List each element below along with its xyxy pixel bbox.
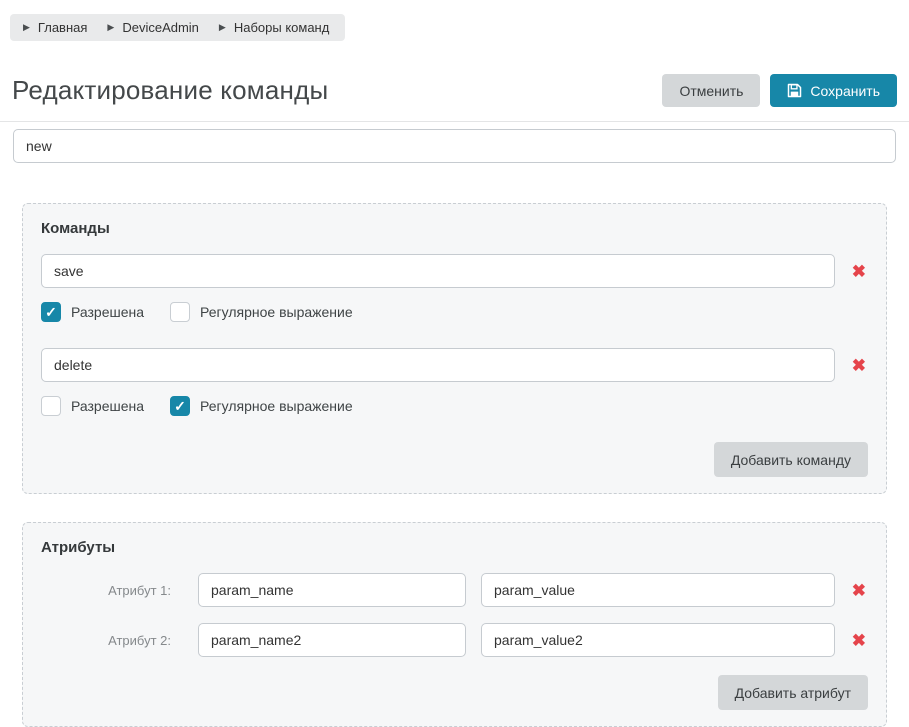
header-divider [0, 121, 909, 122]
regex-checkbox-group[interactable]: Регулярное выражение [170, 396, 353, 416]
attribute-name-input[interactable] [198, 623, 466, 657]
add-attribute-button[interactable]: Добавить атрибут [718, 675, 868, 710]
command-row: ✖ [41, 254, 868, 288]
page-header: Редактирование команды Отменить Сохранит… [12, 74, 897, 107]
command-options-row: Разрешена Регулярное выражение [41, 396, 868, 416]
allowed-checkbox-label: Разрешена [71, 398, 144, 414]
allowed-checkbox-label: Разрешена [71, 304, 144, 320]
regex-checkbox-label: Регулярное выражение [200, 398, 353, 414]
attribute-label: Атрибут 1: [41, 583, 171, 598]
command-input[interactable] [41, 348, 835, 382]
attributes-panel: Атрибуты Атрибут 1: ✖ Атрибут 2: ✖ Добав… [22, 522, 887, 727]
save-button-label: Сохранить [810, 83, 880, 99]
command-input[interactable] [41, 254, 835, 288]
delete-cross-icon: ✖ [852, 262, 866, 281]
attribute-name-input[interactable] [198, 573, 466, 607]
commands-panel-title: Команды [41, 220, 868, 237]
breadcrumb-item-command-sets[interactable]: ▶ Наборы команд [219, 20, 329, 35]
edit-command-page: ▶ Главная ▶ DeviceAdmin ▶ Наборы команд … [0, 0, 909, 727]
delete-command-button[interactable]: ✖ [850, 261, 868, 282]
breadcrumb: ▶ Главная ▶ DeviceAdmin ▶ Наборы команд [10, 14, 345, 41]
delete-attribute-button[interactable]: ✖ [850, 580, 868, 601]
allowed-checkbox-group[interactable]: Разрешена [41, 396, 144, 416]
attribute-value-input[interactable] [481, 573, 835, 607]
allowed-checkbox[interactable] [41, 302, 61, 322]
allowed-checkbox-group[interactable]: Разрешена [41, 302, 144, 322]
regex-checkbox-group[interactable]: Регулярное выражение [170, 302, 353, 322]
attributes-add-row: Добавить атрибут [41, 675, 868, 710]
floppy-disk-icon [787, 83, 802, 98]
breadcrumb-arrow-icon: ▶ [219, 23, 226, 32]
attribute-value-input[interactable] [481, 623, 835, 657]
breadcrumb-arrow-icon: ▶ [107, 23, 114, 32]
attributes-panel-title: Атрибуты [41, 539, 868, 556]
command-row: ✖ [41, 348, 868, 382]
breadcrumb-label: Наборы команд [234, 20, 329, 35]
allowed-checkbox[interactable] [41, 396, 61, 416]
delete-cross-icon: ✖ [852, 356, 866, 375]
attribute-row: Атрибут 2: ✖ [41, 623, 868, 657]
breadcrumb-item-home[interactable]: ▶ Главная [23, 20, 87, 35]
attribute-label: Атрибут 2: [41, 633, 171, 648]
breadcrumb-label: Главная [38, 20, 87, 35]
breadcrumb-arrow-icon: ▶ [23, 23, 30, 32]
add-command-button[interactable]: Добавить команду [714, 442, 868, 477]
delete-command-button[interactable]: ✖ [850, 355, 868, 376]
cancel-button[interactable]: Отменить [662, 74, 760, 107]
delete-attribute-button[interactable]: ✖ [850, 630, 868, 651]
breadcrumb-label: DeviceAdmin [122, 20, 199, 35]
breadcrumb-item-deviceadmin[interactable]: ▶ DeviceAdmin [107, 20, 199, 35]
regex-checkbox-label: Регулярное выражение [200, 304, 353, 320]
delete-cross-icon: ✖ [852, 631, 866, 650]
attribute-row: Атрибут 1: ✖ [41, 573, 868, 607]
commands-add-row: Добавить команду [41, 442, 868, 477]
regex-checkbox[interactable] [170, 396, 190, 416]
name-row [13, 129, 896, 163]
command-options-row: Разрешена Регулярное выражение [41, 302, 868, 322]
regex-checkbox[interactable] [170, 302, 190, 322]
header-actions: Отменить Сохранить [662, 74, 897, 107]
delete-cross-icon: ✖ [852, 581, 866, 600]
command-set-name-input[interactable] [13, 129, 896, 163]
commands-panel: Команды ✖ Разрешена Регулярное выражение… [22, 203, 887, 494]
save-button[interactable]: Сохранить [770, 74, 897, 107]
page-title: Редактирование команды [12, 75, 328, 106]
